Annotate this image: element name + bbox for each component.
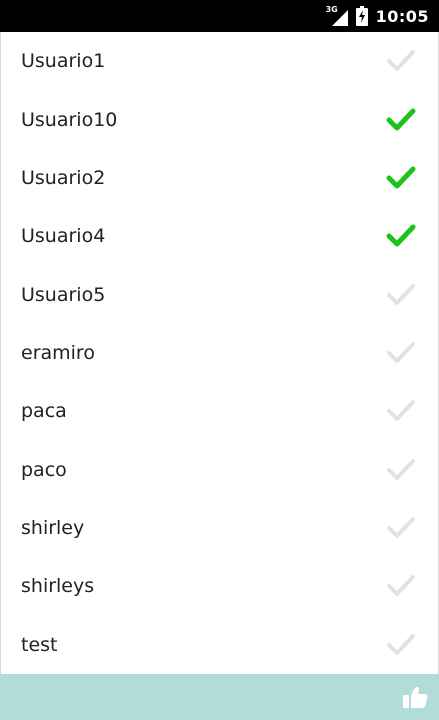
user-name: Usuario1 <box>21 50 106 73</box>
clock: 10:05 <box>375 6 429 26</box>
user-name: Usuario5 <box>21 283 106 306</box>
unchecked-icon[interactable] <box>386 396 416 426</box>
user-row[interactable]: paco <box>1 441 438 499</box>
battery-charging-icon <box>355 6 368 26</box>
checked-icon[interactable] <box>386 221 416 251</box>
user-row[interactable]: Usuario1 <box>1 32 438 90</box>
user-row[interactable]: Usuario5 <box>1 265 438 323</box>
user-name: shirleys <box>21 575 95 598</box>
unchecked-icon[interactable] <box>386 630 416 660</box>
user-row[interactable]: paca <box>1 382 438 440</box>
user-name: paco <box>21 458 67 481</box>
checked-icon[interactable] <box>386 163 416 193</box>
user-name: test <box>21 633 58 656</box>
user-name: paca <box>21 400 67 423</box>
unchecked-icon[interactable] <box>386 455 416 485</box>
bottom-bar <box>0 674 439 720</box>
network-indicator: 3G <box>326 6 348 26</box>
user-row[interactable]: eramiro <box>1 324 438 382</box>
unchecked-icon[interactable] <box>386 513 416 543</box>
user-name: Usuario10 <box>21 108 118 131</box>
user-row[interactable]: Usuario4 <box>1 207 438 265</box>
user-name: eramiro <box>21 341 95 364</box>
unchecked-icon[interactable] <box>386 280 416 310</box>
unchecked-icon[interactable] <box>386 46 416 76</box>
checked-icon[interactable] <box>386 105 416 135</box>
status-bar: 3G 10:05 <box>0 0 439 32</box>
user-row[interactable]: shirley <box>1 499 438 557</box>
thumbs-up-icon <box>403 686 428 708</box>
user-row[interactable]: Usuario10 <box>1 90 438 148</box>
user-row[interactable]: test <box>1 616 438 674</box>
signal-icon <box>331 10 348 26</box>
user-name: Usuario2 <box>21 166 106 189</box>
status-icons: 3G 10:05 <box>326 0 429 32</box>
user-row[interactable]: Usuario2 <box>1 149 438 207</box>
unchecked-icon[interactable] <box>386 571 416 601</box>
confirm-button[interactable] <box>399 681 431 713</box>
user-name: shirley <box>21 517 85 540</box>
user-list: Usuario1 Usuario10 Usuario2 Usuario4 Usuario… <box>0 32 439 674</box>
user-row[interactable]: shirleys <box>1 557 438 615</box>
user-name: Usuario4 <box>21 225 106 248</box>
unchecked-icon[interactable] <box>386 338 416 368</box>
